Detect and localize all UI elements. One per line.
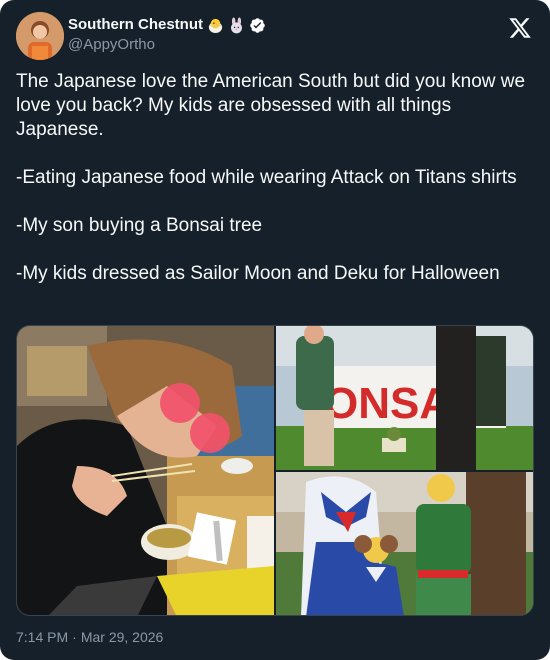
- tweet-paragraph: The Japanese love the American South but…: [16, 71, 526, 140]
- tweet-text: The Japanese love the American South but…: [16, 70, 536, 286]
- tweet-card: Southern Chestnut @AppyOrtho The Japanes…: [0, 0, 550, 660]
- verified-badge-icon: [249, 17, 266, 34]
- tweet-date[interactable]: Mar 29, 2026: [81, 628, 164, 646]
- rabbit-icon: [228, 16, 245, 34]
- tweet-header: Southern Chestnut @AppyOrtho: [16, 12, 534, 60]
- photo-halloween-costumes[interactable]: [276, 472, 533, 615]
- tweet-timestamp[interactable]: 7:14 PM · Mar 29, 2026: [16, 628, 163, 646]
- tweet-paragraph: -My son buying a Bonsai tree: [16, 215, 263, 236]
- display-name[interactable]: Southern Chestnut: [68, 16, 203, 34]
- tweet-paragraph: -Eating Japanese food while wearing Atta…: [16, 167, 517, 188]
- timestamp-separator: ·: [72, 629, 77, 645]
- author-names: Southern Chestnut @AppyOrtho: [68, 16, 266, 55]
- photo-bonsai-sign[interactable]: ONSAI: [276, 326, 533, 470]
- tweet-paragraph: -My kids dressed as Sailor Moon and Deku…: [16, 263, 500, 284]
- display-name-row[interactable]: Southern Chestnut: [68, 16, 266, 34]
- author-handle[interactable]: @AppyOrtho: [68, 35, 266, 55]
- x-logo-icon[interactable]: [508, 16, 532, 40]
- media-grid: ONSAI: [16, 325, 534, 616]
- hatching-chick-icon: [207, 17, 224, 34]
- tweet-time[interactable]: 7:14 PM: [16, 628, 68, 646]
- photo-eating-noodles[interactable]: [17, 326, 274, 615]
- avatar[interactable]: [16, 12, 64, 60]
